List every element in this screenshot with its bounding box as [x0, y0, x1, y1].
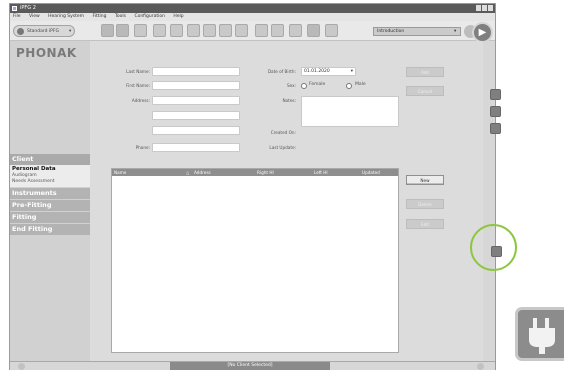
window-title: iPFG 2	[20, 5, 36, 11]
notes-field[interactable]	[301, 96, 399, 127]
section-instruments[interactable]: Instruments	[10, 188, 90, 199]
sort-triangle-icon: △	[186, 170, 190, 175]
menu-file[interactable]: File	[13, 14, 21, 19]
speaker-left-icon[interactable]	[101, 24, 114, 37]
status-text: [No Client Selected]	[170, 362, 330, 370]
app-icon	[12, 6, 17, 11]
close-button[interactable]	[488, 5, 493, 11]
speaker-right-icon[interactable]	[116, 24, 129, 37]
help-icon[interactable]	[490, 89, 501, 100]
device-mode-button[interactable]: Standard iPFG ▾	[13, 25, 75, 37]
section-end-fitting[interactable]: End Fitting	[10, 224, 90, 235]
pencil-icon[interactable]	[170, 24, 183, 37]
chart-icon[interactable]	[289, 24, 302, 37]
address-field-2[interactable]	[152, 111, 240, 120]
headset-icon[interactable]	[219, 24, 232, 37]
minimize-button[interactable]	[476, 5, 481, 11]
title-bar: iPFG 2	[10, 4, 495, 13]
brand-logo: PHONAK	[16, 46, 77, 60]
col-updated[interactable]: Updated	[362, 169, 380, 176]
menu-bar: File View Hearing System Fitting Tools C…	[10, 13, 495, 21]
settings-icon[interactable]	[203, 24, 216, 37]
toolbar: Standard iPFG ▾ Introduction ▾ ▶	[10, 21, 495, 43]
hearing-aid-small-icon[interactable]	[255, 24, 268, 37]
section-fitting[interactable]: Fitting	[10, 212, 90, 223]
col-address[interactable]: Address	[194, 169, 211, 176]
data-icon[interactable]	[271, 24, 284, 37]
info-icon[interactable]	[490, 106, 501, 117]
male-radio[interactable]	[346, 83, 352, 89]
female-label: Female	[309, 82, 326, 87]
sex-label: Sex:	[286, 83, 296, 88]
menu-hearing-system[interactable]: Hearing System	[48, 14, 84, 19]
app-window: iPFG 2 File View Hearing System Fitting …	[9, 3, 502, 370]
col-right-hi[interactable]: Right HI	[257, 169, 274, 176]
step-dropdown-value: Introduction	[377, 29, 405, 34]
section-pre-fitting[interactable]: Pre-Fitting	[10, 200, 90, 211]
main-panel: Last Name: First Name: Address: Phone: D…	[90, 41, 502, 361]
menu-configuration[interactable]: Configuration	[134, 14, 165, 19]
updated-label: Last Update:	[269, 145, 296, 150]
graph-icon[interactable]	[235, 24, 248, 37]
status-left-icon	[18, 363, 25, 370]
step-dropdown[interactable]: Introduction ▾	[373, 27, 461, 36]
monitor-icon[interactable]	[307, 24, 320, 37]
first-name-label: First Name:	[126, 83, 150, 88]
square-icon[interactable]	[325, 24, 338, 37]
female-radio[interactable]	[301, 83, 307, 89]
highlight-circle	[470, 224, 517, 271]
hearing-aid-icon[interactable]	[134, 24, 147, 37]
subnav-needs-assessment[interactable]: Needs Assessment	[12, 179, 55, 184]
new-button[interactable]: New	[406, 175, 444, 185]
device-mode-label: Standard iPFG	[27, 29, 59, 34]
client-subnav: Personal Data Audiogram Needs Assessment	[10, 165, 90, 187]
created-label: Created On:	[270, 130, 296, 135]
menu-help[interactable]: Help	[173, 14, 183, 19]
add-button[interactable]: Add	[406, 67, 444, 77]
status-bar: [No Client Selected]	[10, 361, 495, 370]
subnav-personal-data[interactable]: Personal Data	[12, 166, 56, 172]
dob-value: 01.01.2020	[304, 69, 330, 74]
chevron-down-icon: ▾	[69, 29, 72, 34]
tool-icon[interactable]	[187, 24, 200, 37]
status-right-icon	[477, 363, 484, 370]
address-label: Address:	[131, 98, 150, 103]
expand-icon[interactable]	[490, 123, 501, 134]
device-icon	[17, 28, 24, 35]
maximize-button[interactable]	[482, 5, 487, 11]
col-left-hi[interactable]: Left HI	[314, 169, 328, 176]
chevron-down-icon: ▾	[350, 69, 353, 74]
subnav-audiogram[interactable]: Audiogram	[12, 173, 37, 178]
dob-field[interactable]: 01.01.2020 ▾	[301, 67, 356, 76]
play-icon[interactable]: ▶	[472, 22, 493, 43]
menu-tools[interactable]: Tools	[115, 14, 126, 19]
last-name-label: Last Name:	[126, 69, 150, 74]
notes-label: Notes:	[282, 98, 296, 103]
male-label: Male	[355, 82, 366, 87]
chevron-down-icon: ▾	[454, 29, 457, 34]
menu-view[interactable]: View	[29, 14, 40, 19]
plug-icon	[515, 307, 564, 361]
phone-label: Phone:	[135, 145, 150, 150]
audiogram-icon[interactable]	[153, 24, 166, 37]
table-header: Name △ Address Right HI Left HI Updated	[112, 169, 398, 176]
cancel-button[interactable]: Cancel	[406, 86, 444, 96]
delete-button[interactable]: Delete	[406, 199, 444, 209]
section-client[interactable]: Client	[10, 154, 90, 165]
dob-label: Date of Birth:	[267, 69, 296, 74]
col-name[interactable]: Name	[114, 169, 126, 176]
menu-fitting[interactable]: Fitting	[92, 14, 106, 19]
sidebar: PHONAK Client Personal Data Audiogram Ne…	[10, 41, 90, 361]
client-table[interactable]: Name △ Address Right HI Left HI Updated	[111, 168, 399, 353]
edit-button[interactable]: Edit	[406, 219, 444, 229]
